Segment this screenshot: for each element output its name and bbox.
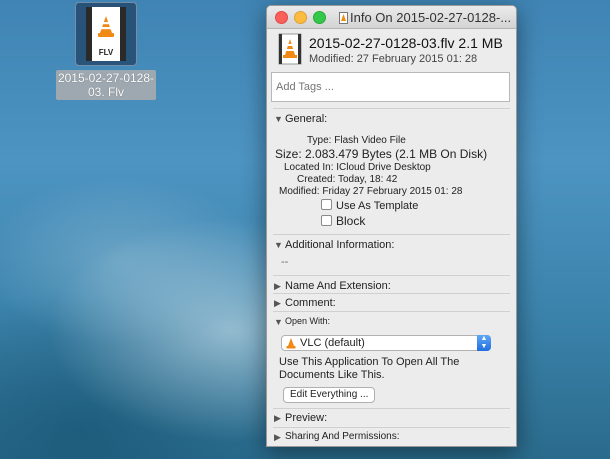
created-value: Created: Today, 18: 42: [297, 174, 398, 185]
separator: [273, 293, 510, 294]
open-with-heading[interactable]: ▼ Open With:: [267, 316, 516, 327]
disclosure-triangle-icon[interactable]: ▶: [274, 298, 281, 309]
name-extension-heading[interactable]: ▶ Name And Extension:: [267, 280, 516, 292]
comment-heading[interactable]: ▶ Comment:: [267, 297, 516, 309]
use-as-template-checkbox[interactable]: Use As Template: [321, 199, 418, 212]
sharing-section: ▶ Sharing And Permissions:: [267, 431, 516, 442]
disclosure-triangle-icon[interactable]: ▶: [274, 413, 281, 424]
preview-heading[interactable]: ▶ Preview:: [267, 412, 516, 424]
close-button[interactable]: [275, 11, 288, 24]
window-titlebar[interactable]: Info On 2015-02-27-0128-...: [267, 6, 516, 29]
block-checkbox[interactable]: Block: [321, 214, 365, 228]
open-with-description-line2: Documents Like This.: [279, 369, 385, 381]
desktop-file-icon[interactable]: FLV 2015-02-27-0128- 03. Flv: [46, 0, 166, 101]
separator: [273, 108, 510, 109]
vlc-cone-icon: [278, 33, 302, 65]
open-with-section: ▼ Open With:: [267, 316, 516, 327]
general-section: ▼ General:: [267, 113, 516, 125]
disclosure-triangle-icon[interactable]: ▼: [274, 114, 283, 124]
disclosure-triangle-icon[interactable]: ▶: [274, 432, 281, 443]
checkbox-icon[interactable]: [321, 199, 332, 210]
vlc-cone-icon: [98, 16, 114, 37]
preview-section: ▶ Preview:: [267, 412, 516, 424]
separator: [273, 408, 510, 409]
minimize-button[interactable]: [294, 11, 307, 24]
open-with-select[interactable]: VLC (default) ▲ ▼: [281, 335, 491, 351]
flv-badge-text: FLV: [98, 48, 114, 57]
modified-date: Modified: 27 February 2015 01: 28: [309, 53, 478, 65]
location-value: Located In: ICloud Drive Desktop: [284, 162, 431, 173]
chevron-updown-icon[interactable]: ▲ ▼: [477, 335, 491, 351]
vlc-cone-icon: [286, 338, 296, 349]
document-proxy-icon[interactable]: [339, 12, 348, 24]
open-with-description-line1: Use This Application To Open All The: [279, 356, 460, 368]
type-value: Type: Flash Video File: [307, 135, 406, 146]
flv-file-thumbnail[interactable]: FLV: [75, 2, 137, 66]
checkbox-icon[interactable]: [321, 215, 332, 226]
file-name-size: 2015-02-27-0128-03.flv 2.1 MB: [309, 35, 503, 51]
additional-value: --: [281, 256, 289, 268]
separator: [273, 275, 510, 276]
sharing-heading[interactable]: ▶ Sharing And Permissions:: [267, 431, 516, 442]
comment-section: ▶ Comment:: [267, 297, 516, 309]
separator: [273, 311, 510, 312]
desktop-file-label[interactable]: 2015-02-27-0128- 03. Flv: [55, 70, 157, 100]
separator: [273, 427, 510, 428]
modified-value: Modified: Friday 27 February 2015 01: 28: [279, 186, 463, 197]
zoom-button[interactable]: [313, 11, 326, 24]
disclosure-triangle-icon[interactable]: ▼: [274, 240, 283, 250]
name-extension-section: ▶ Name And Extension:: [267, 280, 516, 292]
tags-input[interactable]: [271, 72, 510, 102]
general-heading[interactable]: ▼ General:: [267, 113, 516, 125]
disclosure-triangle-icon[interactable]: ▼: [274, 317, 283, 327]
info-header: 2015-02-27-0128-03.flv 2.1 MB Modified: …: [267, 29, 516, 69]
info-window: Info On 2015-02-27-0128-... 2015-02-27-0…: [266, 5, 517, 447]
additional-section: ▼ Additional Information:: [267, 239, 516, 251]
separator: [273, 234, 510, 235]
edit-everything-button[interactable]: Edit Everything ...: [283, 387, 376, 403]
size-value: Size: 2.083.479 Bytes (2.1 MB On Disk): [275, 147, 488, 161]
disclosure-triangle-icon[interactable]: ▶: [274, 281, 281, 292]
flv-document-icon: FLV: [86, 7, 126, 61]
window-title: Info On 2015-02-27-0128-...: [339, 10, 512, 25]
additional-heading[interactable]: ▼ Additional Information:: [267, 239, 516, 251]
